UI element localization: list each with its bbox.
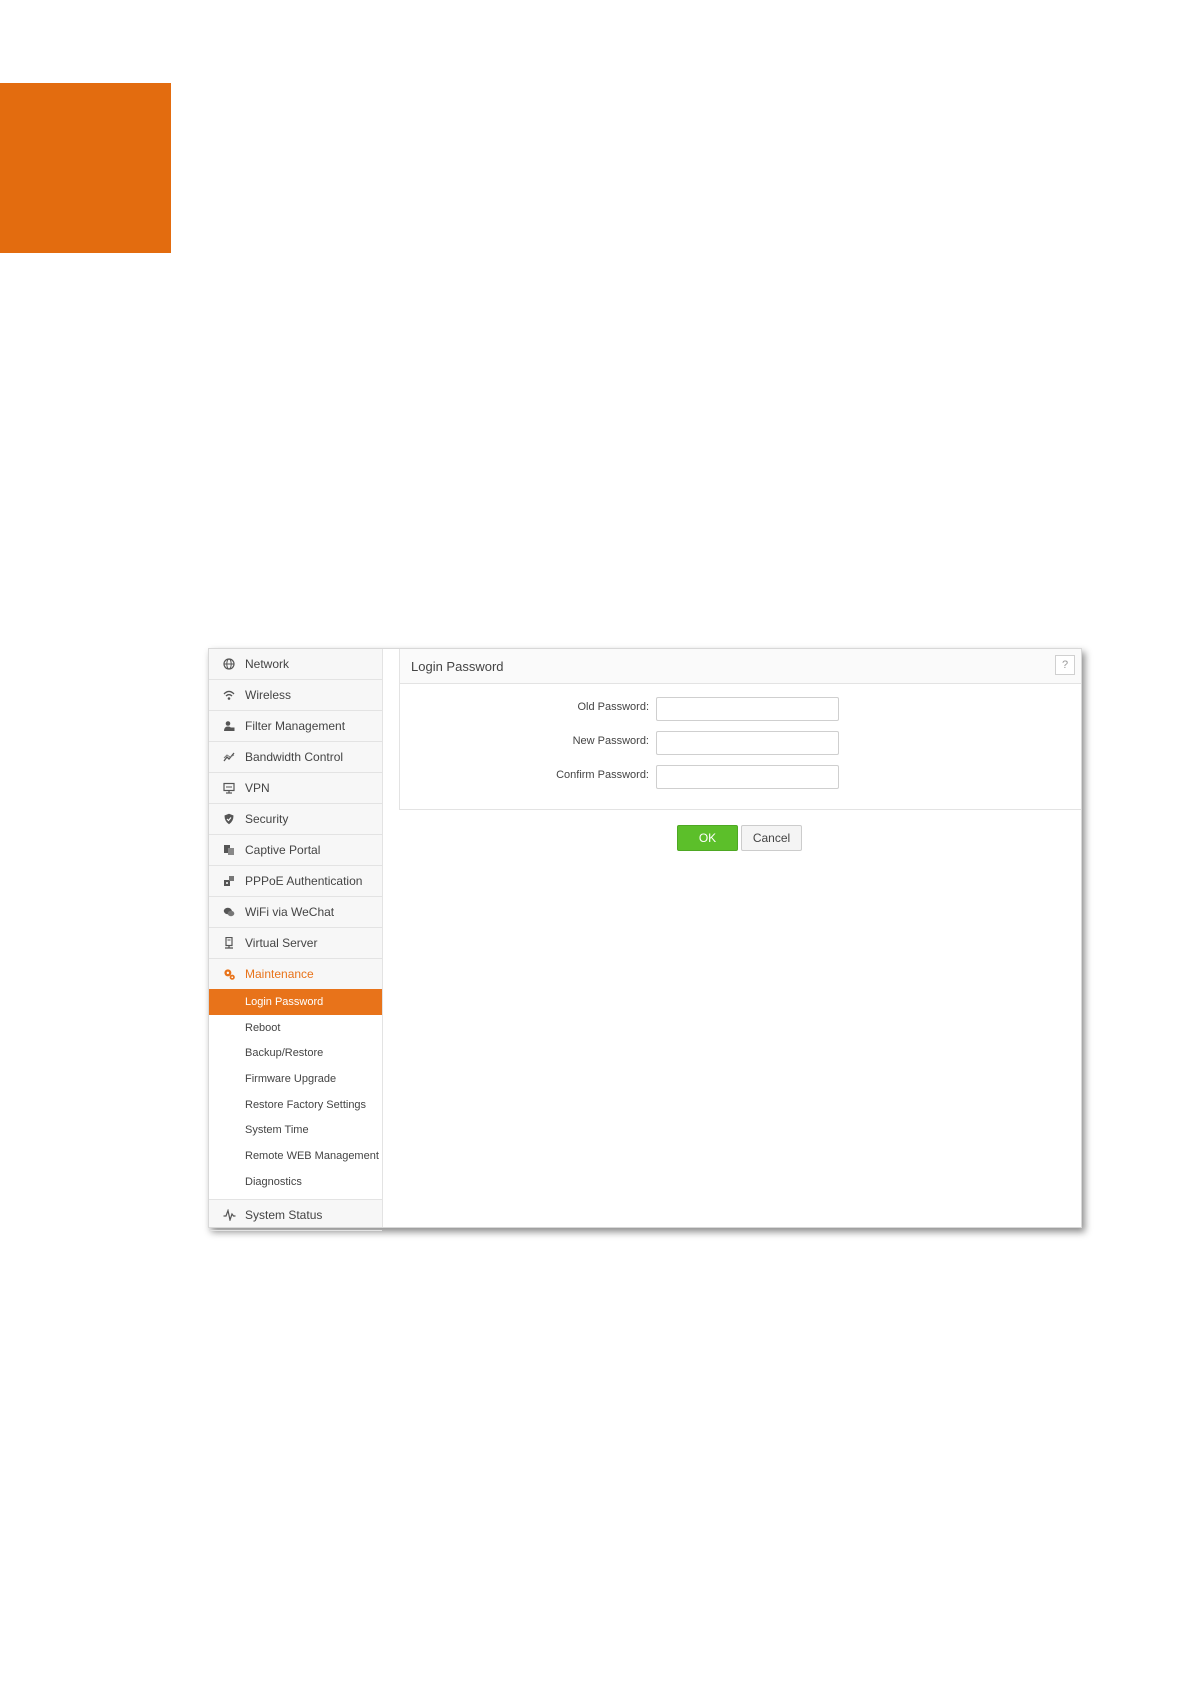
sidebar-item-bandwidth-control[interactable]: Bandwidth Control — [209, 742, 382, 773]
sidebar-item-label: Captive Portal — [245, 843, 321, 857]
sidebar-item-wifi-via-wechat[interactable]: WiFi via WeChat — [209, 897, 382, 928]
sidebar-item-label: System Status — [245, 1207, 323, 1222]
button-row: OK Cancel — [399, 825, 1081, 851]
help-button[interactable]: ? — [1055, 655, 1075, 675]
user-filter-icon — [222, 719, 236, 733]
sidebar-subitem-reboot[interactable]: Reboot — [209, 1015, 382, 1041]
chapter-color-block — [0, 83, 171, 253]
vpn-icon — [222, 781, 236, 795]
login-password-form: Old Password: New Password: Confirm Pass… — [399, 684, 1081, 810]
sidebar-item-pppoe-authentication[interactable]: PPPoE Authentication — [209, 866, 382, 897]
sidebar-item-virtual-server[interactable]: Virtual Server — [209, 928, 382, 959]
wechat-icon — [222, 905, 236, 919]
server-icon — [222, 936, 236, 950]
page-title: Login Password — [411, 658, 504, 674]
sidebar-item-security[interactable]: Security — [209, 804, 382, 835]
ok-button[interactable]: OK — [677, 825, 738, 851]
sidebar-item-label: VPN — [245, 781, 270, 795]
sidebar-subitem-login-password[interactable]: Login Password — [209, 989, 382, 1015]
sidebar-subitem-backup-restore[interactable]: Backup/Restore — [209, 1040, 382, 1066]
maintenance-gear-icon — [222, 967, 236, 981]
sidebar-item-label: Virtual Server — [245, 936, 318, 950]
sidebar-item-label: Bandwidth Control — [245, 750, 344, 764]
confirm-password-row: Confirm Password: — [400, 765, 1081, 789]
sidebar-item-label: Filter Management — [245, 719, 346, 733]
sidebar-subitem-diagnostics[interactable]: Diagnostics — [209, 1169, 382, 1195]
sidebar-subitem-restore-factory-settings[interactable]: Restore Factory Settings — [209, 1092, 382, 1118]
sidebar-item-maintenance[interactable]: Maintenance — [209, 959, 382, 989]
sidebar-item-label: WiFi via WeChat — [245, 905, 335, 919]
sidebar-item-label: Network — [245, 657, 290, 671]
sidebar-subitem-firmware-upgrade[interactable]: Firmware Upgrade — [209, 1066, 382, 1092]
sidebar: Network Wireless Filter Management Bandw… — [209, 649, 383, 1231]
sidebar-item-system-status[interactable]: System Status — [209, 1200, 382, 1231]
old-password-field[interactable] — [656, 697, 839, 721]
confirm-password-field[interactable] — [656, 765, 839, 789]
old-password-row: Old Password: — [400, 697, 1081, 721]
main-panel: Login Password ? Old Password: New Passw… — [399, 649, 1081, 1227]
new-password-label: New Password: — [572, 735, 649, 747]
router-admin-screenshot: Network Wireless Filter Management Bandw… — [208, 648, 1082, 1231]
sidebar-item-filter-management[interactable]: Filter Management — [209, 711, 382, 742]
pppoe-icon — [222, 874, 236, 888]
sidebar-item-label: Security — [245, 812, 289, 826]
sidebar-item-label: Wireless — [245, 688, 292, 702]
old-password-label: Old Password: — [577, 701, 649, 713]
sidebar-item-label: Maintenance — [245, 967, 314, 981]
sidebar-subitem-remote-web-management[interactable]: Remote WEB Management — [209, 1143, 382, 1169]
shield-icon — [222, 812, 236, 826]
sidebar-subitem-system-time[interactable]: System Time — [209, 1117, 382, 1143]
portal-icon — [222, 843, 236, 857]
sidebar-item-wireless[interactable]: Wireless — [209, 680, 382, 711]
new-password-row: New Password: — [400, 731, 1081, 755]
new-password-field[interactable] — [656, 731, 839, 755]
panel-header: Login Password ? — [399, 649, 1081, 684]
sidebar-item-captive-portal[interactable]: Captive Portal — [209, 835, 382, 866]
sidebar-item-vpn[interactable]: VPN — [209, 773, 382, 804]
bandwidth-icon — [222, 750, 236, 764]
maintenance-submenu: Login Password Reboot Backup/Restore Fir… — [209, 989, 382, 1200]
sidebar-item-label: PPPoE Authentication — [245, 874, 363, 888]
cancel-button[interactable]: Cancel — [741, 825, 802, 851]
globe-icon — [222, 657, 236, 671]
wifi-icon — [222, 688, 236, 702]
sidebar-item-network[interactable]: Network — [209, 649, 382, 680]
pulse-icon — [222, 1208, 236, 1222]
confirm-password-label: Confirm Password: — [556, 769, 649, 781]
